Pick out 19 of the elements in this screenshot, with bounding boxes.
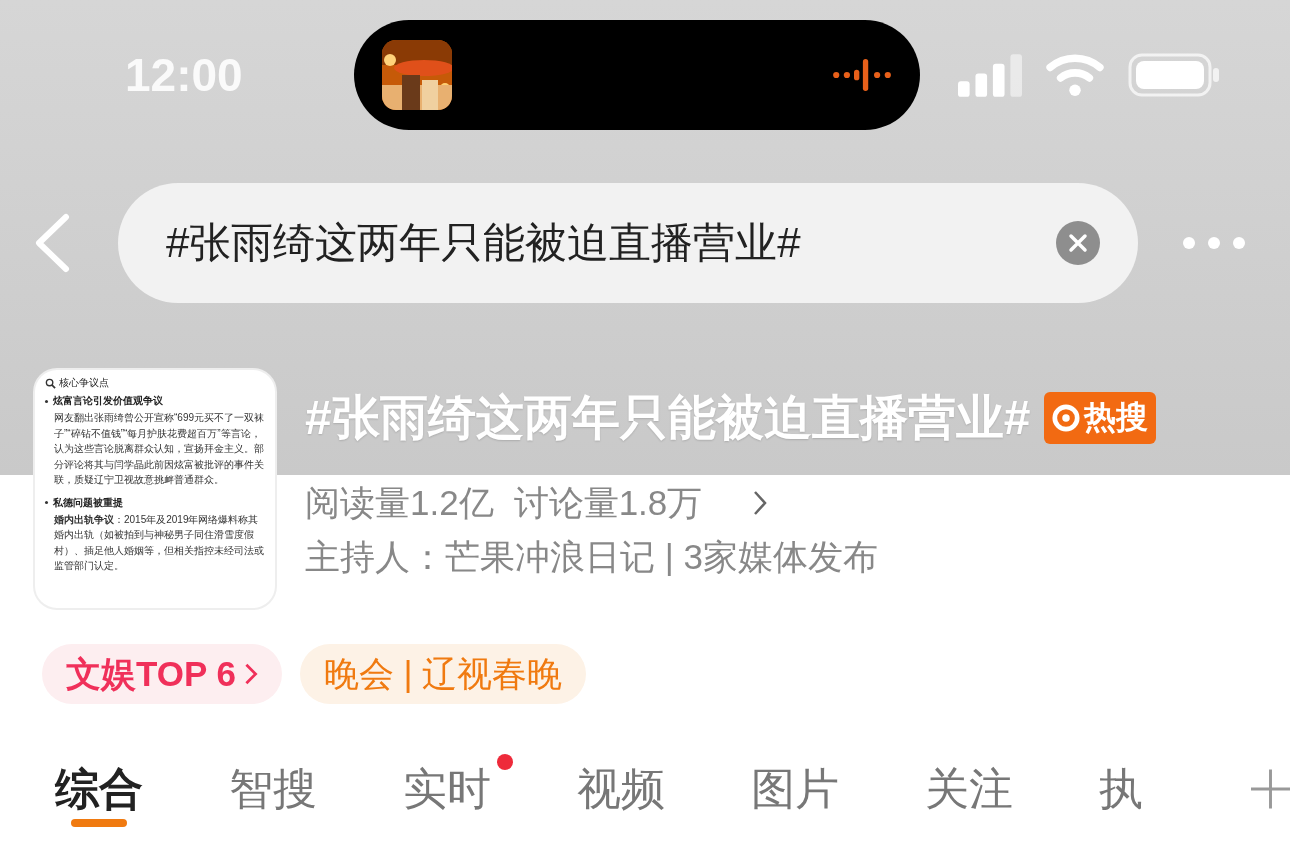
tab[interactable]: 视频 [577,759,665,819]
thumbnail-paragraph: 网友翻出张雨绮曾公开宣称“699元买不了一双袜子”“碎钻不值钱”“每月护肤花费超百万”等言论，认为这些言论脱离群众认知，宣扬拜金主义。部分评论将其与闫学晶此前因炫富被批评的事件关联，质疑辽宁卫视故意挑衅普通群众。 [53,411,265,487]
host-line: 主持人：芒果冲浪日记 | 3家媒体发布 [305,536,879,578]
tab[interactable]: 智搜 [229,759,317,819]
ranking-tag[interactable]: 文娱TOP 6 [42,644,282,704]
tab[interactable]: 执 [1099,759,1143,819]
thumbnail-section-title: 炫富言论引发价值观争议 [53,394,163,408]
thumbnail-section-title: 私德问题被重提 [53,495,123,510]
thumbnail-paragraph: 婚内出轨争议：2015年及2019年网络爆料称其婚内出轨（如被拍到与神秘男子同住滑雪度假村）、插足他人婚姻等，但相关指控未经司法或监管部门认定。 [53,512,265,573]
thumbnail-heading: 核心争议点 [59,376,109,390]
tab[interactable]: 实时 [403,759,491,819]
read-count: 阅读量1.2亿 [305,481,494,524]
discussion-count: 讨论量1.8万 [513,481,703,524]
hot-badge: 热搜 [1044,392,1157,444]
tab[interactable]: 关注 [925,759,1013,819]
tab[interactable]: 图片 [751,759,839,819]
search-field[interactable]: #张雨绮这两年只能被迫直播营业# [118,183,1138,303]
event-tag[interactable]: 晚会 | 辽视春晚 [299,644,587,704]
tab[interactable]: 综合 [55,759,143,819]
